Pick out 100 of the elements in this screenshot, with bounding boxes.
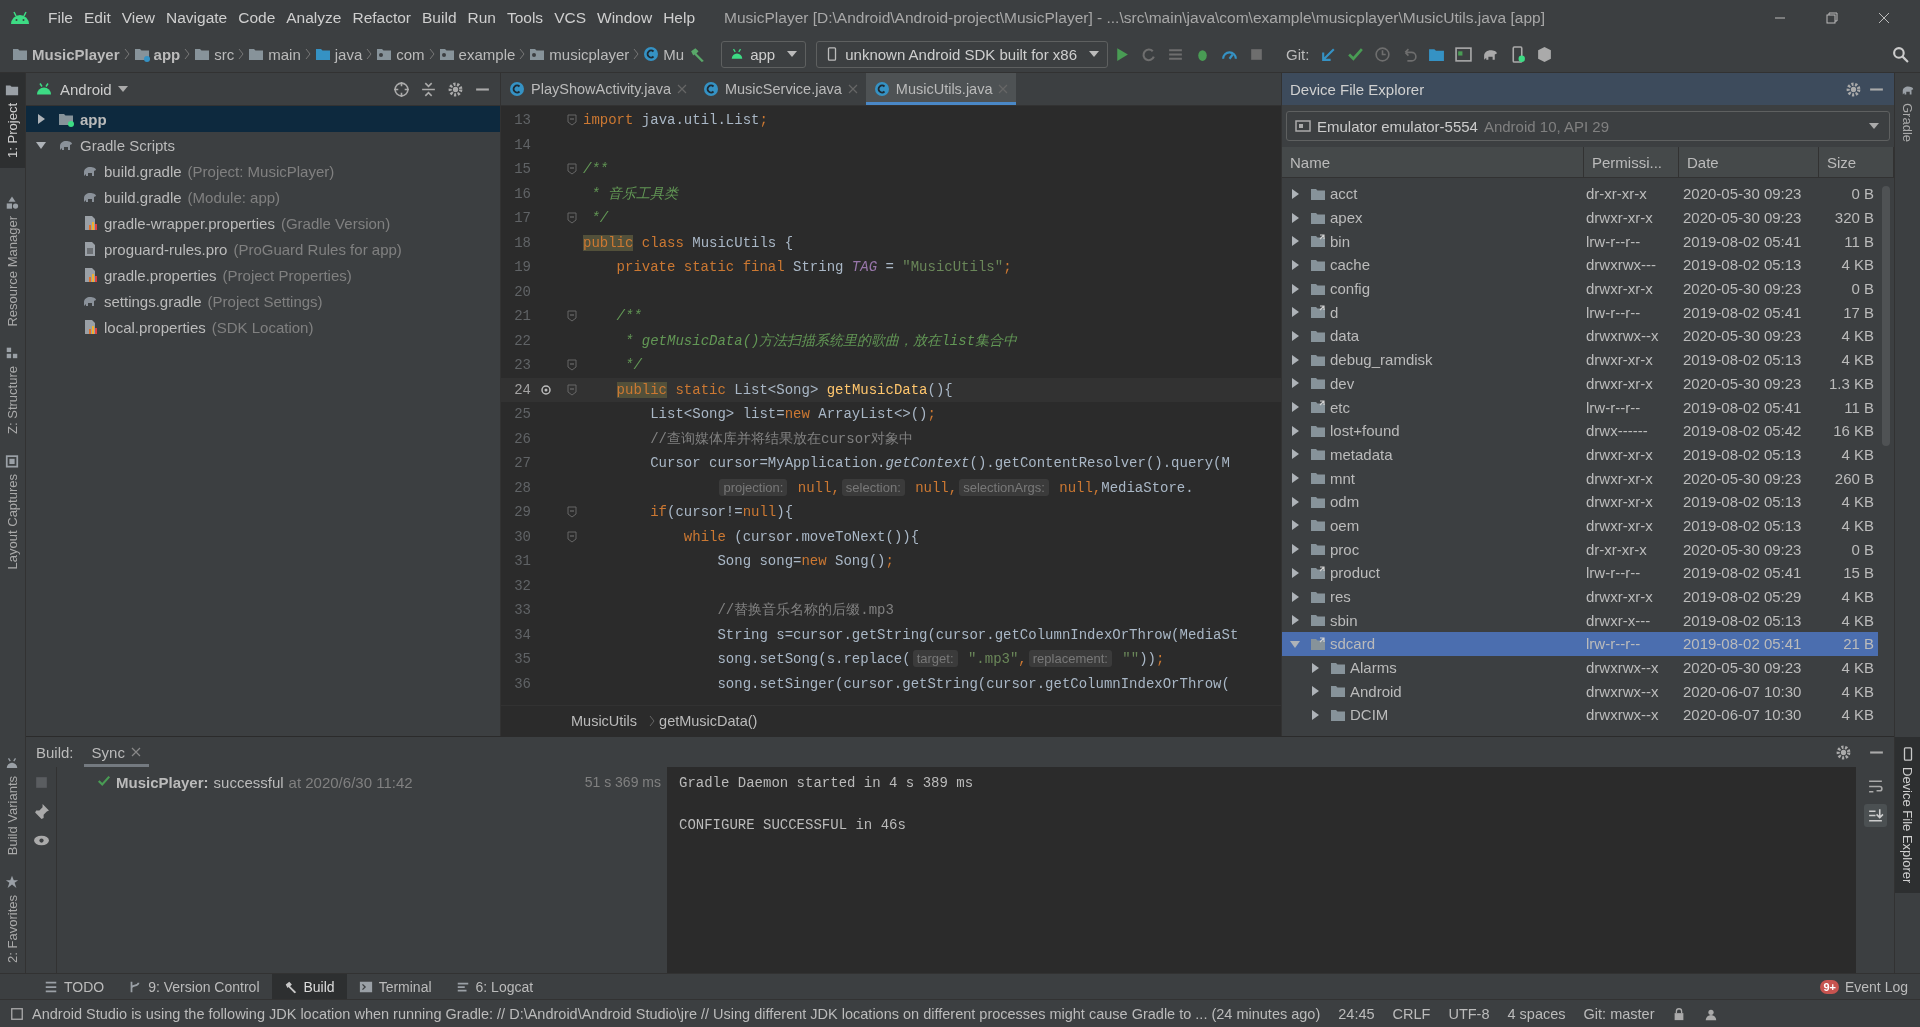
menu-item[interactable]: Tools	[506, 9, 544, 27]
tree-item[interactable]: app	[26, 106, 500, 132]
file-row[interactable]: d lrw-r--r-- 2019-08-02 05:41 17 B	[1282, 300, 1878, 325]
class-icon	[643, 46, 660, 62]
tree-item[interactable]: gradle.properties (Project Properties)	[26, 262, 500, 288]
scroll-to-end-icon[interactable]	[1863, 804, 1887, 827]
editor-tab[interactable]: PlayShowActivity.java	[501, 73, 695, 105]
file-row[interactable]: DCIM drwxrwx--x 2020-06-07 10:30 4 KB	[1282, 703, 1878, 727]
file-row[interactable]: odm drwxr-xr-x 2019-08-02 05:13 4 KB	[1282, 489, 1878, 514]
file-row[interactable]: Android drwxrwx--x 2020-06-07 10:30 4 KB	[1282, 679, 1878, 704]
column-header[interactable]: Permissi...	[1584, 147, 1679, 177]
close-icon[interactable]	[130, 747, 141, 757]
file-row[interactable]: bin lrw-r--r-- 2019-08-02 05:41 11 B	[1282, 229, 1878, 254]
menu-item[interactable]: Window	[597, 9, 653, 27]
tool-window-tab[interactable]: 1: Project	[0, 73, 25, 168]
fold-marker-icon[interactable]	[567, 359, 577, 372]
file-row[interactable]: res drwxr-xr-x 2019-08-02 05:29 4 KB	[1282, 584, 1878, 609]
device-dropdown[interactable]: unknown Android SDK built for x86	[816, 40, 1109, 68]
file-row[interactable]: config drwxr-xr-x 2020-05-30 09:23 0 B	[1282, 276, 1878, 301]
tree-item[interactable]: settings.gradle (Project Settings)	[26, 288, 500, 314]
run-configuration-dropdown[interactable]: app	[721, 40, 807, 68]
breadcrumb-item[interactable]: musicplayer	[529, 45, 630, 63]
editor-tab[interactable]: MusicUtils.java	[865, 73, 1017, 105]
event-log-button[interactable]: 9+ Event Log	[1808, 974, 1920, 999]
menu-item[interactable]: Refactor	[352, 9, 412, 27]
fold-marker-icon[interactable]	[567, 383, 577, 396]
breadcrumb-item[interactable]: MusicUtils	[571, 713, 638, 729]
file-row[interactable]: apex drwxr-xr-x 2020-05-30 09:23 320 B	[1282, 205, 1878, 230]
menu-item[interactable]: File	[48, 9, 73, 27]
status-item[interactable]: 4 spaces	[1507, 1005, 1566, 1022]
fold-marker-icon[interactable]	[567, 310, 577, 323]
breadcrumb-item[interactable]: java	[314, 45, 363, 63]
tool-window-tab[interactable]: Z: Structure	[0, 336, 25, 445]
tree-item[interactable]: build.gradle (Module: app)	[26, 184, 500, 210]
view-selector[interactable]: Android	[56, 80, 132, 98]
file-row[interactable]: dev drwxr-xr-x 2020-05-30 09:23 1.3 KB	[1282, 371, 1878, 396]
menu-item[interactable]: Edit	[84, 9, 111, 27]
tool-window-tab[interactable]: Resource Manager	[0, 185, 25, 337]
build-result-row[interactable]: MusicPlayer: successful at 2020/6/30 11:42 51 s 369 ms	[57, 771, 667, 793]
editor-tab[interactable]: MusicService.java	[694, 73, 866, 105]
breadcrumb-item[interactable]: example	[438, 45, 516, 63]
window-icon[interactable]	[10, 1006, 24, 1021]
file-row[interactable]: data drwxrwx--x 2020-05-30 09:23 4 KB	[1282, 324, 1878, 348]
fold-marker-icon[interactable]	[567, 163, 577, 176]
status-item[interactable]: 24:45	[1338, 1005, 1375, 1022]
status-item[interactable]: CRLF	[1392, 1005, 1431, 1022]
breadcrumb-item[interactable]: MusicPlayer	[12, 45, 120, 63]
tool-window-tab[interactable]: Build Variants	[0, 745, 25, 866]
breadcrumb-item[interactable]: main	[248, 45, 301, 63]
file-row[interactable]: acct dr-xr-xr-x 2020-05-30 09:23 0 B	[1282, 182, 1878, 206]
fold-marker-icon[interactable]	[567, 212, 577, 225]
file-row[interactable]: lost+found drwx------ 2019-08-02 05:42 16 KB	[1282, 418, 1878, 443]
tool-window-tab[interactable]: TODO	[32, 974, 117, 999]
tool-window-tab[interactable]: Terminal	[346, 974, 444, 999]
menu-item[interactable]: Navigate	[166, 9, 228, 27]
breadcrumb-item[interactable]: getMusicData()	[659, 713, 758, 729]
column-header[interactable]: Date	[1679, 147, 1819, 177]
output-tab[interactable]: Sync	[83, 737, 149, 767]
status-item[interactable]: UTF-8	[1448, 1005, 1490, 1022]
fold-marker-icon[interactable]	[567, 506, 577, 519]
menu-item[interactable]: View	[121, 9, 156, 27]
fold-marker-icon[interactable]	[567, 530, 577, 543]
menu-item[interactable]: Code	[238, 9, 276, 27]
menu-item[interactable]: Help	[663, 9, 696, 27]
file-row[interactable]: cache drwxrwx--- 2019-08-02 05:13 4 KB	[1282, 253, 1878, 277]
breadcrumb-item[interactable]: com	[376, 45, 425, 63]
close-icon[interactable]	[1878, 12, 1890, 24]
file-row[interactable]: debug_ramdisk drwxr-xr-x 2019-08-02 05:13 4 KB	[1282, 347, 1878, 372]
device-dropdown[interactable]: Emulator emulator-5554 Android 10, API 29	[1286, 111, 1890, 141]
tree-item[interactable]: gradle-wrapper.properties (Gradle Version)	[26, 210, 500, 236]
file-row[interactable]: sbin drwxr-x--- 2019-08-02 05:13 4 KB	[1282, 608, 1878, 633]
restore-icon[interactable]	[1826, 12, 1838, 24]
tool-window-tab[interactable]: Build	[271, 974, 347, 999]
tree-item[interactable]: proguard-rules.pro (ProGuard Rules for app)	[26, 236, 500, 262]
file-row[interactable]: product lrw-r--r-- 2019-08-02 05:41 15 B	[1282, 561, 1878, 585]
tool-window-tab[interactable]: 9: Version Control	[116, 974, 272, 999]
file-row[interactable]: metadata drwxr-xr-x 2019-08-02 05:13 4 KB	[1282, 442, 1878, 467]
tool-window-tab[interactable]: 6: Logcat	[443, 974, 546, 999]
breadcrumb-item[interactable]: src	[194, 45, 235, 63]
tree-item[interactable]: local.properties (SDK Location)	[26, 314, 500, 340]
breadcrumb-item[interactable]: Mu	[643, 45, 685, 63]
menu-item[interactable]: Build	[422, 9, 457, 27]
tool-window-tab[interactable]: Gradle	[1895, 73, 1920, 153]
menu-item[interactable]: Run	[467, 9, 496, 27]
tree-item[interactable]: build.gradle (Project: MusicPlayer)	[26, 158, 500, 184]
file-row[interactable]: Alarms drwxrwx--x 2020-05-30 09:23 4 KB	[1282, 655, 1878, 680]
file-row[interactable]: mnt drwxr-xr-x 2020-05-30 09:23 260 B	[1282, 466, 1878, 490]
fold-marker-icon[interactable]	[567, 114, 577, 127]
status-item[interactable]: Git: master	[1583, 1005, 1655, 1022]
tree-item[interactable]: Gradle Scripts	[26, 132, 500, 158]
breadcrumb-item[interactable]: app	[133, 45, 181, 63]
file-row[interactable]: etc lrw-r--r-- 2019-08-02 05:41 11 B	[1282, 395, 1878, 419]
tool-window-tab[interactable]: 2: Favorites	[0, 865, 25, 973]
column-header[interactable]: Name	[1282, 147, 1584, 177]
menu-item[interactable]: Analyze	[286, 9, 342, 27]
tool-window-tab[interactable]: Layout Captures	[0, 444, 25, 580]
file-row[interactable]: oem drwxr-xr-x 2019-08-02 05:13 4 KB	[1282, 513, 1878, 538]
tool-window-tab[interactable]: Device File Explorer	[1895, 736, 1920, 893]
menu-item[interactable]: VCS	[554, 9, 586, 27]
file-row[interactable]: proc dr-xr-xr-x 2020-05-30 09:23 0 B	[1282, 537, 1878, 561]
